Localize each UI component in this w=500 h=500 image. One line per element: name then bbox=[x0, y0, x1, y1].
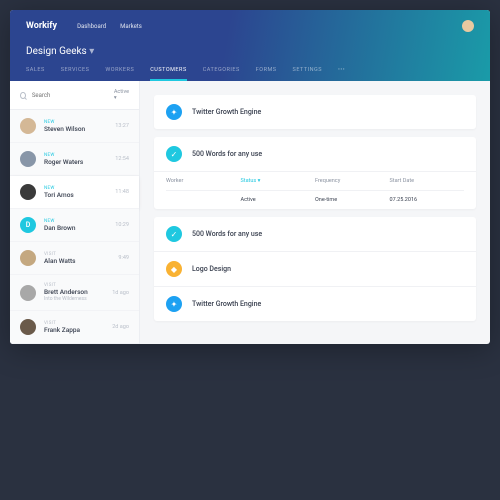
avatar bbox=[20, 118, 36, 134]
service-title: 500 Words for any use bbox=[192, 230, 262, 238]
customer-name: Brett Anderson bbox=[44, 288, 104, 296]
table-row[interactable]: Active One-time 07.25.2016 bbox=[166, 191, 464, 209]
service-card: ✓ 500 Words for any use ◆ Logo Design ✦ … bbox=[154, 217, 476, 321]
twitter-icon: ✦ bbox=[166, 104, 182, 120]
avatar bbox=[20, 250, 36, 266]
customer-time: 13:27 bbox=[115, 123, 129, 129]
service-card: ✦ Twitter Growth Engine bbox=[154, 95, 476, 129]
search-bar: Active ▾ bbox=[10, 81, 139, 110]
customer-item[interactable]: VISITAlan Watts 9:49 bbox=[10, 242, 139, 275]
topbar: Workify Dashboard Markets bbox=[26, 20, 474, 32]
service-title: Twitter Growth Engine bbox=[192, 108, 261, 116]
tab-customers[interactable]: CUSTOMERS bbox=[150, 67, 187, 81]
tab-settings[interactable]: SETTINGS bbox=[293, 67, 322, 81]
avatar bbox=[20, 151, 36, 167]
td-start: 07.25.2016 bbox=[390, 197, 465, 203]
service-row[interactable]: ✓ 500 Words for any use bbox=[154, 137, 476, 171]
avatar bbox=[20, 285, 36, 301]
top-nav: Dashboard Markets bbox=[77, 23, 142, 30]
tab-forms[interactable]: FORMS bbox=[256, 67, 277, 81]
nav-dashboard[interactable]: Dashboard bbox=[77, 23, 106, 30]
customer-item[interactable]: NEWRoger Waters 12:54 bbox=[10, 143, 139, 176]
customer-item[interactable]: NEWSteven Wilson 13:27 bbox=[10, 110, 139, 143]
th-start[interactable]: Start Date bbox=[390, 178, 465, 184]
customer-name: Dan Brown bbox=[44, 224, 107, 232]
customer-time: 2d ago bbox=[112, 324, 129, 330]
header: Workify Dashboard Markets Design Geeks ▾… bbox=[10, 10, 490, 81]
service-details: Worker Status ▾ Frequency Start Date Act… bbox=[154, 171, 476, 209]
tab-categories[interactable]: CATEGORIES bbox=[203, 67, 240, 81]
service-title: 500 Words for any use bbox=[192, 150, 262, 158]
customer-name: Alan Watts bbox=[44, 257, 110, 265]
customer-time: 10:29 bbox=[115, 222, 129, 228]
search-input[interactable] bbox=[32, 92, 108, 99]
customer-name: Frank Zappa bbox=[44, 326, 104, 334]
twitter-icon: ✦ bbox=[166, 296, 182, 312]
customer-item[interactable]: VISITFrank Zappa 2d ago bbox=[10, 311, 139, 344]
th-status[interactable]: Status ▾ bbox=[241, 178, 316, 184]
page-title: Design Geeks ▾ bbox=[26, 46, 474, 57]
th-worker[interactable]: Worker bbox=[166, 178, 241, 184]
td-status: Active bbox=[241, 197, 316, 203]
body: Active ▾ NEWSteven Wilson 13:27 NEWRoger… bbox=[10, 81, 490, 344]
user-avatar[interactable] bbox=[462, 20, 474, 32]
tab-services[interactable]: SERVICES bbox=[61, 67, 90, 81]
search-icon bbox=[20, 92, 26, 99]
table-header: Worker Status ▾ Frequency Start Date bbox=[166, 172, 464, 191]
service-row[interactable]: ✦ Twitter Growth Engine bbox=[154, 95, 476, 129]
customer-sub: Into the Wilderness bbox=[44, 296, 104, 302]
check-icon: ✓ bbox=[166, 146, 182, 162]
logo-icon: ◆ bbox=[166, 261, 182, 277]
avatar-letter: D bbox=[20, 217, 36, 233]
customer-name: Steven Wilson bbox=[44, 125, 107, 133]
service-row[interactable]: ✓ 500 Words for any use bbox=[154, 217, 476, 251]
tab-more[interactable]: ••• bbox=[338, 67, 345, 81]
service-row[interactable]: ◆ Logo Design bbox=[154, 251, 476, 286]
customer-item[interactable]: D NEWDan Brown 10:29 bbox=[10, 209, 139, 242]
customer-time: 12:54 bbox=[115, 156, 129, 162]
tabs: SALES SERVICES WORKERS CUSTOMERS CATEGOR… bbox=[26, 67, 474, 81]
main-content: ✦ Twitter Growth Engine ✓ 500 Words for … bbox=[140, 81, 490, 344]
service-title: Twitter Growth Engine bbox=[192, 300, 261, 308]
customer-item[interactable]: VISITBrett AndersonInto the Wilderness 1… bbox=[10, 275, 139, 311]
avatar bbox=[20, 184, 36, 200]
th-frequency[interactable]: Frequency bbox=[315, 178, 390, 184]
filter-dropdown[interactable]: Active ▾ bbox=[114, 89, 129, 101]
tab-sales[interactable]: SALES bbox=[26, 67, 45, 81]
customer-list: NEWSteven Wilson 13:27 NEWRoger Waters 1… bbox=[10, 110, 139, 344]
customer-item-selected[interactable]: NEWTori Amos 11:48 bbox=[10, 176, 139, 209]
td-frequency: One-time bbox=[315, 197, 390, 203]
service-row[interactable]: ✦ Twitter Growth Engine bbox=[154, 286, 476, 321]
service-title: Logo Design bbox=[192, 265, 231, 273]
customer-time: 9:49 bbox=[118, 255, 129, 261]
customer-name: Roger Waters bbox=[44, 158, 107, 166]
td-worker bbox=[166, 197, 241, 203]
check-icon: ✓ bbox=[166, 226, 182, 242]
nav-markets[interactable]: Markets bbox=[120, 23, 142, 30]
customer-time: 11:48 bbox=[115, 189, 129, 195]
service-card-expanded: ✓ 500 Words for any use Worker Status ▾ … bbox=[154, 137, 476, 209]
customer-time: 1d ago bbox=[112, 290, 129, 296]
avatar bbox=[20, 319, 36, 335]
customer-name: Tori Amos bbox=[44, 191, 107, 199]
app-window: Workify Dashboard Markets Design Geeks ▾… bbox=[10, 10, 490, 344]
brand-logo: Workify bbox=[26, 21, 57, 31]
sidebar: Active ▾ NEWSteven Wilson 13:27 NEWRoger… bbox=[10, 81, 140, 344]
tab-workers[interactable]: WORKERS bbox=[105, 67, 134, 81]
